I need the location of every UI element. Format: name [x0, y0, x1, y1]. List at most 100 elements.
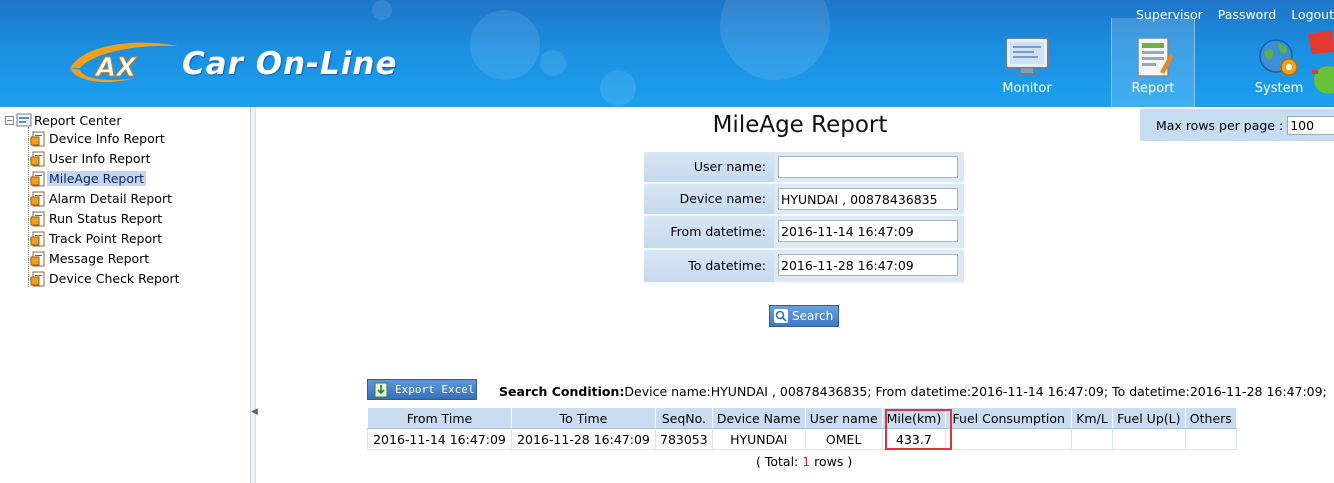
from-datetime-label: From datetime:: [644, 216, 774, 248]
table-row[interactable]: 2016-11-14 16:47:09 2016-11-28 16:47:09 …: [367, 428, 1237, 450]
report-file-icon: [30, 131, 45, 146]
user-name-label: User name:: [644, 152, 774, 182]
col-km-per-l[interactable]: Km/L: [1071, 407, 1113, 429]
search-button-label: Search: [792, 309, 834, 323]
col-user-name[interactable]: User name: [804, 407, 883, 429]
tree-item-label: Device Info Report: [49, 131, 165, 146]
user-name-input[interactable]: [778, 156, 958, 178]
collapse-left-icon[interactable]: ◀: [251, 407, 258, 417]
report-center-icon: [16, 113, 32, 127]
tree-item-message-report[interactable]: Message Report: [30, 250, 151, 267]
tree-item-device-info-report[interactable]: Device Info Report: [30, 130, 167, 147]
svg-text:AX: AX: [94, 53, 138, 83]
tree-root[interactable]: − Report Center: [5, 112, 121, 128]
tree-item-device-check-report[interactable]: Device Check Report: [30, 270, 182, 287]
max-rows-input[interactable]: [1287, 115, 1334, 135]
report-file-icon: [30, 211, 45, 226]
tree-item-label: MileAge Report: [47, 171, 147, 186]
col-fuel-consumption[interactable]: Fuel Consumption: [945, 407, 1073, 429]
search-condition-text: Device name:HYUNDAI , 00878436835; From …: [624, 384, 1327, 399]
device-name-label: Device name:: [644, 184, 774, 214]
password-link[interactable]: Password: [1218, 7, 1276, 22]
mascot-icon: [1308, 30, 1334, 94]
cell-fuel-up: [1111, 428, 1186, 450]
tree-item-track-point-report[interactable]: Track Point Report: [30, 230, 164, 247]
mileage-highlight-box: [885, 409, 952, 450]
excel-export-icon: [374, 382, 388, 397]
globe-gear-icon: [1259, 39, 1298, 76]
decor-bubble: [372, 0, 392, 20]
monitor-icon: [1005, 37, 1049, 76]
decor-bubble: [720, 0, 830, 80]
report-file-icon: [30, 191, 45, 206]
tree-item-alarm-detail-report[interactable]: Alarm Detail Report: [30, 190, 174, 207]
tree-item-label: Run Status Report: [49, 211, 163, 226]
to-datetime-input[interactable]: [778, 254, 958, 276]
from-datetime-row: From datetime:: [644, 216, 964, 250]
app-logo: AX Car On-Line: [66, 38, 406, 88]
report-icon: [1137, 37, 1174, 77]
cell-user-name: OMEL: [804, 428, 883, 450]
col-to-time[interactable]: To Time: [511, 407, 656, 429]
decor-bubble: [470, 10, 540, 80]
collapse-icon[interactable]: −: [5, 115, 14, 125]
total-rows: ( Total: 1 rows ): [756, 454, 852, 469]
tree-item-label: User Info Report: [49, 151, 151, 166]
to-datetime-label: To datetime:: [644, 250, 774, 282]
col-from-time[interactable]: From Time: [367, 407, 512, 429]
tree-item-mileage-report[interactable]: MileAge Report: [30, 170, 147, 187]
nav-report-label: Report: [1131, 81, 1175, 96]
to-datetime-row: To datetime:: [644, 250, 964, 284]
cell-others: [1184, 428, 1237, 450]
search-button[interactable]: Search: [769, 305, 839, 327]
report-file-icon: [30, 251, 45, 266]
search-icon: [774, 309, 788, 323]
search-condition: Search Condition:Device name:HYUNDAI , 0…: [499, 384, 1327, 399]
report-file-icon: [30, 271, 45, 286]
max-rows-control: Max rows per page :: [1140, 109, 1334, 141]
tree-item-label: Message Report: [49, 251, 150, 266]
cell-km-per-l: [1071, 428, 1113, 450]
tree-root-label: Report Center: [34, 112, 122, 128]
cell-device-name: HYUNDAI: [711, 428, 806, 450]
nav-monitor-button[interactable]: Monitor: [985, 26, 1069, 107]
nav-report-button[interactable]: Report: [1111, 18, 1195, 107]
col-device-name[interactable]: Device Name: [711, 407, 806, 429]
tree-item-run-status-report[interactable]: Run Status Report: [30, 210, 164, 227]
app-header: AX Car On-Line Supervisor Password Logou…: [0, 0, 1334, 107]
cell-fuel-consumption: [945, 428, 1073, 450]
page-title: MileAge Report: [712, 112, 888, 138]
search-form: User name: Device name: From datetime: T…: [644, 152, 964, 284]
tree-item-user-info-report[interactable]: User Info Report: [30, 150, 153, 167]
report-tree-panel: − Report Center Device Info Report User …: [0, 107, 251, 483]
cell-from-time: 2016-11-14 16:47:09: [367, 428, 512, 450]
max-rows-label: Max rows per page :: [1156, 117, 1284, 133]
tree-item-label: Alarm Detail Report: [49, 191, 172, 206]
from-datetime-input[interactable]: [778, 220, 958, 242]
panel-splitter[interactable]: ◀: [251, 107, 258, 483]
col-seqno[interactable]: SeqNo.: [655, 407, 713, 429]
export-excel-button[interactable]: Export Excel: [367, 379, 477, 400]
col-fuel-up[interactable]: Fuel Up(L): [1111, 407, 1186, 429]
device-name-row: Device name:: [644, 184, 964, 216]
report-file-icon: [30, 171, 45, 186]
tree-item-label: Device Check Report: [49, 271, 180, 286]
mileage-table: From Time To Time SeqNo. Device Name Use…: [367, 407, 1237, 450]
app-title: Car On-Line: [182, 46, 398, 82]
device-name-input[interactable]: [778, 188, 958, 210]
logo-mark-icon: AX: [70, 42, 178, 84]
col-others[interactable]: Others: [1184, 407, 1237, 429]
decor-bubble: [540, 50, 566, 76]
nav-monitor-label: Monitor: [1002, 81, 1052, 96]
tree-connector: [28, 127, 29, 287]
tree-item-label: Track Point Report: [49, 231, 163, 246]
export-excel-label: Export Excel: [395, 383, 475, 396]
total-prefix: ( Total:: [756, 454, 803, 469]
decor-bubble: [600, 70, 636, 106]
total-suffix: rows ): [810, 454, 853, 469]
report-file-icon: [30, 231, 45, 246]
logout-link[interactable]: Logout: [1291, 7, 1334, 22]
total-count: 1: [802, 454, 811, 469]
report-file-icon: [30, 151, 45, 166]
table-header-row: From Time To Time SeqNo. Device Name Use…: [367, 407, 1237, 429]
